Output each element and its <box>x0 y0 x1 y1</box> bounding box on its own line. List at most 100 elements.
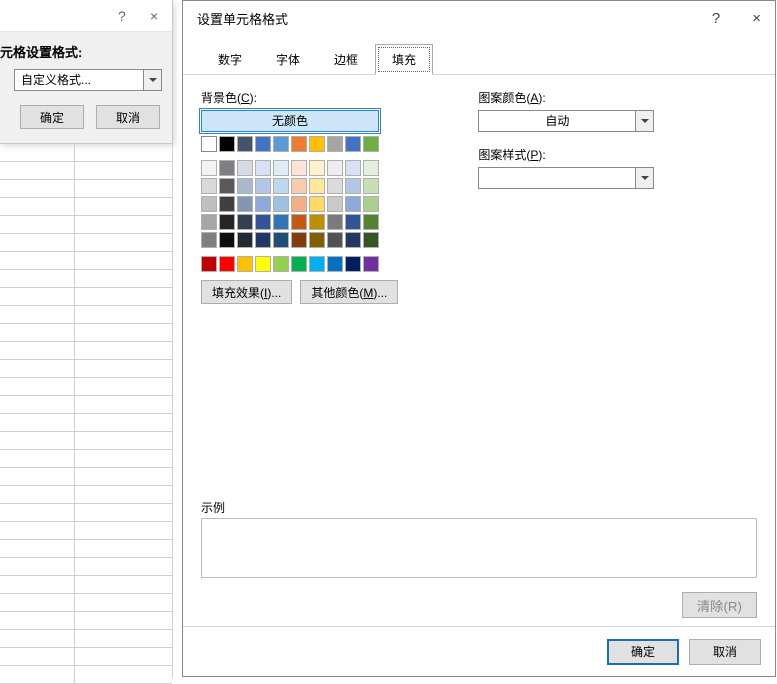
color-swatch[interactable] <box>237 136 253 152</box>
color-swatch[interactable] <box>363 196 379 212</box>
color-swatch[interactable] <box>219 196 235 212</box>
color-swatch[interactable] <box>363 232 379 248</box>
color-swatch[interactable] <box>309 232 325 248</box>
color-swatch[interactable] <box>363 256 379 272</box>
color-swatch[interactable] <box>291 256 307 272</box>
grid-row <box>0 630 172 648</box>
bg-cancel-button[interactable]: 取消 <box>96 105 160 129</box>
color-swatch[interactable] <box>345 178 361 194</box>
color-swatch[interactable] <box>219 256 235 272</box>
color-swatch[interactable] <box>237 160 253 176</box>
bg-format-select[interactable]: 自定义格式... <box>14 69 172 91</box>
more-colors-button[interactable]: 其他颜色(M)... <box>300 280 398 304</box>
standard-colors-row <box>201 256 398 272</box>
bg-close-icon[interactable]: × <box>150 8 158 24</box>
color-swatch[interactable] <box>363 160 379 176</box>
tab-字体[interactable]: 字体 <box>259 44 317 75</box>
color-swatch[interactable] <box>201 178 217 194</box>
color-swatch[interactable] <box>327 232 343 248</box>
bg-ok-button[interactable]: 确定 <box>20 105 84 129</box>
color-swatch[interactable] <box>327 160 343 176</box>
color-swatch[interactable] <box>309 136 325 152</box>
color-swatch[interactable] <box>345 256 361 272</box>
bg-titlebar: ? × <box>0 0 172 32</box>
color-swatch[interactable] <box>345 214 361 230</box>
tab-边框[interactable]: 边框 <box>317 44 375 75</box>
bg-heading: 元格设置格式: <box>0 32 172 69</box>
color-swatch[interactable] <box>327 214 343 230</box>
color-swatch[interactable] <box>219 160 235 176</box>
color-swatch[interactable] <box>273 232 289 248</box>
fill-effects-button[interactable]: 填充效果(I)... <box>201 280 292 304</box>
color-swatch[interactable] <box>327 136 343 152</box>
color-swatch[interactable] <box>255 136 271 152</box>
ok-button[interactable]: 确定 <box>607 639 679 665</box>
color-swatch[interactable] <box>309 214 325 230</box>
color-swatch[interactable] <box>237 196 253 212</box>
color-swatch[interactable] <box>237 232 253 248</box>
color-swatch[interactable] <box>363 136 379 152</box>
help-icon[interactable]: ? <box>708 8 724 29</box>
pattern-style-dropdown[interactable] <box>478 167 654 189</box>
color-swatch[interactable] <box>363 214 379 230</box>
color-swatch[interactable] <box>273 160 289 176</box>
color-swatch[interactable] <box>345 196 361 212</box>
color-swatch[interactable] <box>219 136 235 152</box>
bg-format-dropdown-icon[interactable] <box>144 69 162 91</box>
color-swatch[interactable] <box>273 136 289 152</box>
color-swatch[interactable] <box>255 178 271 194</box>
color-swatch[interactable] <box>291 136 307 152</box>
pattern-color-chevron-icon[interactable] <box>636 110 654 132</box>
color-swatch[interactable] <box>201 232 217 248</box>
grid-row <box>0 162 172 180</box>
cancel-button[interactable]: 取消 <box>689 639 761 665</box>
color-swatch[interactable] <box>255 256 271 272</box>
color-swatch[interactable] <box>237 178 253 194</box>
color-swatch[interactable] <box>309 178 325 194</box>
color-swatch[interactable] <box>255 232 271 248</box>
no-color-button[interactable]: 无颜色 <box>201 110 379 132</box>
clear-button[interactable]: 清除(R) <box>682 592 757 618</box>
color-swatch[interactable] <box>255 214 271 230</box>
dialog-titlebar: 设置单元格格式 ? × <box>183 1 775 35</box>
bg-help-icon[interactable]: ? <box>118 8 126 24</box>
tab-数字[interactable]: 数字 <box>201 44 259 75</box>
color-swatch[interactable] <box>291 196 307 212</box>
color-swatch[interactable] <box>291 160 307 176</box>
color-swatch[interactable] <box>219 232 235 248</box>
pattern-color-dropdown[interactable]: 自动 <box>478 110 654 132</box>
color-swatch[interactable] <box>273 178 289 194</box>
color-swatch[interactable] <box>237 214 253 230</box>
color-swatch[interactable] <box>255 160 271 176</box>
color-swatch[interactable] <box>345 136 361 152</box>
color-swatch[interactable] <box>309 196 325 212</box>
close-icon[interactable]: × <box>748 8 765 29</box>
color-swatch[interactable] <box>291 232 307 248</box>
color-swatch[interactable] <box>327 256 343 272</box>
color-swatch[interactable] <box>345 232 361 248</box>
color-swatch[interactable] <box>237 256 253 272</box>
color-swatch[interactable] <box>273 256 289 272</box>
color-swatch[interactable] <box>201 160 217 176</box>
grid-row <box>0 576 172 594</box>
color-swatch[interactable] <box>219 214 235 230</box>
color-swatch[interactable] <box>273 196 289 212</box>
pattern-style-chevron-icon[interactable] <box>636 167 654 189</box>
color-swatch[interactable] <box>201 196 217 212</box>
color-swatch[interactable] <box>327 196 343 212</box>
color-swatch[interactable] <box>201 136 217 152</box>
color-swatch[interactable] <box>255 196 271 212</box>
tab-填充[interactable]: 填充 <box>375 44 433 75</box>
color-swatch[interactable] <box>273 214 289 230</box>
color-swatch[interactable] <box>327 178 343 194</box>
color-swatch[interactable] <box>201 256 217 272</box>
color-swatch[interactable] <box>363 178 379 194</box>
color-swatch[interactable] <box>345 160 361 176</box>
color-swatch[interactable] <box>309 256 325 272</box>
color-swatch[interactable] <box>291 178 307 194</box>
color-swatch[interactable] <box>201 214 217 230</box>
color-swatch[interactable] <box>291 214 307 230</box>
color-swatch[interactable] <box>219 178 235 194</box>
color-swatch[interactable] <box>309 160 325 176</box>
grid-row <box>0 486 172 504</box>
